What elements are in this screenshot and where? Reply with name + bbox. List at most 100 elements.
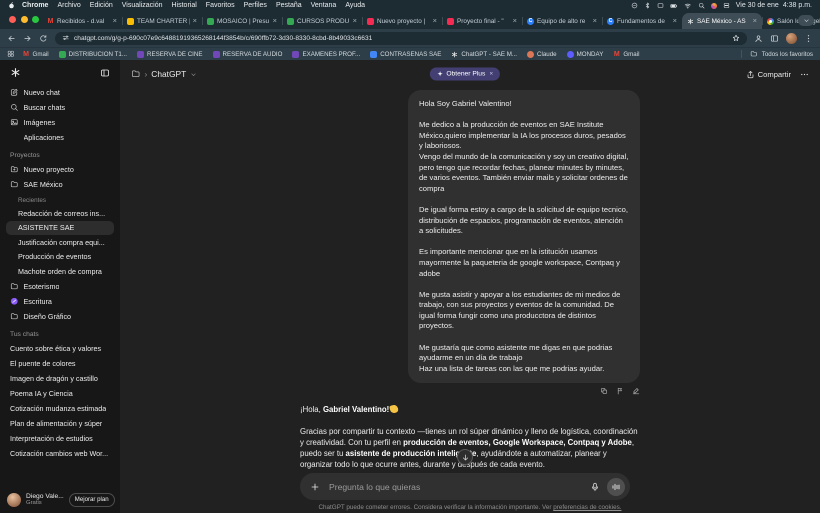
recent-chat-item[interactable]: Machote orden de compra xyxy=(6,264,114,279)
flag-icon[interactable] xyxy=(616,387,624,395)
apps-grid-icon[interactable] xyxy=(7,50,15,58)
bookmark-item[interactable]: DISTRIBUCIÓN T1... xyxy=(58,50,127,58)
menu-item-ventana[interactable]: Ventana xyxy=(311,2,337,9)
bookmark-item[interactable]: Claude xyxy=(527,50,557,58)
cookies-link[interactable]: preferencias de cookies. xyxy=(553,504,621,511)
close-tab-icon[interactable]: × xyxy=(753,17,757,25)
collapse-sidebar-icon[interactable] xyxy=(100,68,110,78)
menu-item-chrome[interactable]: Chrome xyxy=(22,2,48,9)
side-panel-icon[interactable] xyxy=(770,34,779,43)
browser-tab[interactable]: TEAM CHARTER | × xyxy=(121,13,202,29)
site-settings-icon[interactable] xyxy=(62,34,70,42)
all-bookmarks[interactable]: Todos los favoritos xyxy=(741,50,813,58)
menu-item-ayuda[interactable]: Ayuda xyxy=(345,2,365,9)
chat-item[interactable]: El puente de colores xyxy=(6,356,114,371)
zoom-window-button[interactable] xyxy=(32,16,39,23)
close-tab-icon[interactable]: × xyxy=(353,17,357,25)
close-tab-icon[interactable]: × xyxy=(673,17,677,25)
sidebar-item-search[interactable]: Buscar chats xyxy=(6,100,114,115)
bookmark-item[interactable]: RESERVA DE AUDIO xyxy=(212,50,282,58)
project-item[interactable]: Esoterismo xyxy=(6,279,114,294)
menu-item-perfiles[interactable]: Perfiles xyxy=(244,2,267,9)
bookmark-item[interactable]: M Gmail xyxy=(613,51,640,58)
bookmark-item[interactable]: RESERVA DE CINE xyxy=(137,50,203,58)
voice-mode-button[interactable] xyxy=(607,477,625,496)
tab-search-button[interactable] xyxy=(798,15,814,26)
spotlight-icon[interactable] xyxy=(698,2,705,9)
browser-tab[interactable]: SAE México - AS × xyxy=(682,13,762,29)
control-center-icon[interactable] xyxy=(723,2,730,9)
recent-chat-item[interactable]: Justificación compra equi... xyxy=(6,235,114,250)
focus-mode-icon[interactable] xyxy=(631,2,638,9)
chrome-avatar[interactable] xyxy=(786,32,797,44)
chat-item[interactable]: Cotización mudanza estimada xyxy=(6,401,114,416)
attach-plus-icon[interactable] xyxy=(310,482,320,492)
bookmark-item[interactable]: M Gmail xyxy=(23,51,49,58)
recent-chat-item[interactable]: Redacción de correos ins... xyxy=(6,206,114,221)
project-item[interactable]: SAE México xyxy=(6,177,114,192)
close-window-button[interactable] xyxy=(9,16,16,23)
bookmark-item[interactable]: EXÁMENES PROF... xyxy=(292,50,360,58)
upgrade-plan-button[interactable]: Mejorar plan xyxy=(68,492,115,507)
bookmark-item[interactable]: CONTRASEÑAS SAE xyxy=(370,50,441,58)
chat-item[interactable]: Interpretación de estudios xyxy=(6,431,114,446)
edit-icon[interactable] xyxy=(632,387,640,395)
screen-mirroring-icon[interactable] xyxy=(657,2,664,9)
browser-tab[interactable]: C Fundamentos de × xyxy=(601,13,682,29)
profile-row[interactable]: Diego Vale... Gratis Mejorar plan xyxy=(0,486,120,513)
close-tab-icon[interactable]: × xyxy=(113,17,117,25)
project-item[interactable]: Escritura xyxy=(6,294,114,309)
copy-icon[interactable] xyxy=(600,387,608,395)
close-tab-icon[interactable]: × xyxy=(193,17,197,25)
bluetooth-icon[interactable] xyxy=(644,2,651,9)
browser-tab[interactable]: CURSOS PRODU × xyxy=(281,13,362,29)
browser-tab[interactable]: C Equipo de alto re × xyxy=(521,13,602,29)
back-button[interactable] xyxy=(7,34,16,43)
menu-item-archivo[interactable]: Archivo xyxy=(57,2,80,9)
close-tab-icon[interactable]: × xyxy=(513,17,517,25)
browser-tab[interactable]: M Recibidos - d.val × xyxy=(42,13,122,29)
app-status-icon[interactable] xyxy=(710,2,717,9)
bookmark-item[interactable]: ChatGPT - SAE M... xyxy=(451,51,517,58)
browser-tab[interactable]: Proyecto final - " × xyxy=(441,13,522,29)
chat-item[interactable]: Cotización cambios web Wor... xyxy=(6,446,114,461)
close-tab-icon[interactable]: × xyxy=(593,17,597,25)
more-options-icon[interactable] xyxy=(800,70,809,79)
apple-icon[interactable] xyxy=(8,2,15,9)
prompt-input[interactable] xyxy=(327,480,583,493)
microphone-icon[interactable] xyxy=(590,482,600,492)
chat-item[interactable]: Plan de alimentación y súper xyxy=(6,416,114,431)
menu-item-edición[interactable]: Edición xyxy=(90,2,113,9)
close-tab-icon[interactable]: × xyxy=(273,17,277,25)
battery-icon[interactable] xyxy=(670,2,678,10)
menubar-clock[interactable]: Vie 30 de ene 4:38 p.m. xyxy=(736,2,812,9)
minimize-window-button[interactable] xyxy=(20,16,28,23)
get-plus-pill[interactable]: Obtener Plus × xyxy=(429,67,501,81)
browser-tab[interactable]: Nuevo proyecto | × xyxy=(361,13,442,29)
bookmark-item[interactable]: MONDAY xyxy=(566,50,603,58)
sidebar-item-images[interactable]: Imágenes xyxy=(6,115,114,130)
browser-tab[interactable]: MOSAICO | Presu × xyxy=(201,13,282,29)
project-item[interactable]: Nuevo proyecto xyxy=(6,162,114,177)
profile-icon[interactable] xyxy=(754,34,763,43)
menu-item-historial[interactable]: Historial xyxy=(172,2,197,9)
chat-scroll-area[interactable]: Hola Soy Gabriel Valentino! Me dedico a l… xyxy=(120,88,820,472)
chat-item[interactable]: Cuento sobre ética y valores xyxy=(6,341,114,356)
menu-item-visualización[interactable]: Visualización xyxy=(122,2,163,9)
project-item[interactable]: Diseño Gráfico xyxy=(6,309,114,324)
chat-item[interactable]: Poema IA y Ciencia xyxy=(6,386,114,401)
bookmark-star-icon[interactable] xyxy=(732,34,740,42)
sidebar-item-apps[interactable]: undefined Aplicaciones xyxy=(6,130,114,145)
forward-button[interactable] xyxy=(23,34,32,43)
chatgpt-logo-icon[interactable] xyxy=(10,67,21,78)
close-tab-icon[interactable]: × xyxy=(433,17,437,25)
reload-button[interactable] xyxy=(39,34,48,43)
chat-item[interactable]: Imagen de dragón y castillo xyxy=(6,371,114,386)
scroll-to-bottom-button[interactable] xyxy=(457,449,473,465)
menu-item-pestaña[interactable]: Pestaña xyxy=(276,2,302,9)
address-bar[interactable]: chatgpt.com/g/g-p-690c07e9c6488191936526… xyxy=(54,31,747,45)
dismiss-plus-icon[interactable]: × xyxy=(489,71,493,78)
recent-chat-item[interactable]: ASISTENTE SAE xyxy=(6,220,114,235)
wifi-icon[interactable] xyxy=(684,2,692,10)
sidebar-item-new-chat[interactable]: Nuevo chat xyxy=(6,85,114,100)
